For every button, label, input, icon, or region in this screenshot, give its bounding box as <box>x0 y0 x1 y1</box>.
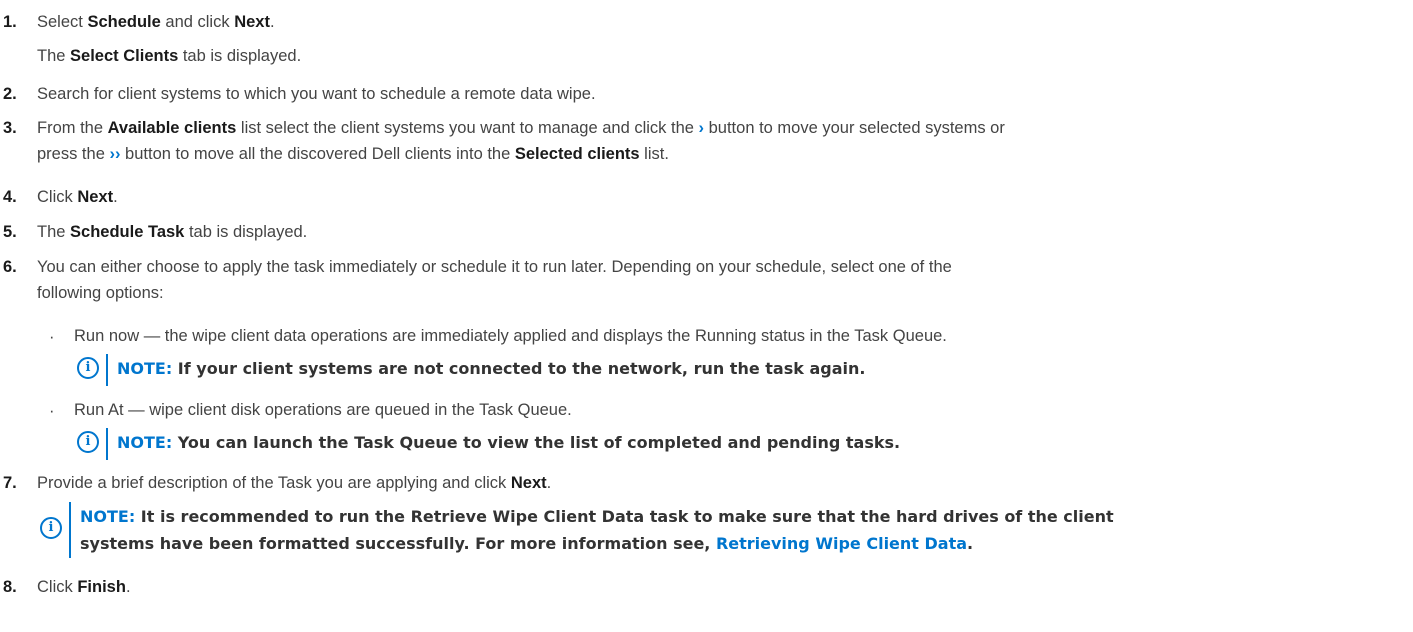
ui-term-selected-clients: Selected clients <box>514 145 640 163</box>
ui-term-schedule: Schedule <box>87 13 161 31</box>
text-segment: . <box>269 13 275 31</box>
text-segment: and click <box>160 13 235 31</box>
note-label: NOTE: <box>117 433 173 452</box>
note-text: If your client systems are not connected… <box>172 359 866 378</box>
step-text: You can either choose to apply the task … <box>37 254 1403 306</box>
step-number: 4. <box>3 188 17 206</box>
step-text: Click Finish. <box>37 574 1403 600</box>
text-segment: Click <box>37 188 78 206</box>
text-segment: list. <box>639 145 669 163</box>
option-run-at: Run At — wipe client disk operations are… <box>74 401 572 419</box>
text-segment: tab is displayed. <box>178 47 302 65</box>
step-number: 5. <box>3 223 17 241</box>
info-icon: i <box>40 517 62 539</box>
step-text: Select Schedule and click Next. <box>37 9 1403 35</box>
text-segment: button to move all the discovered Dell c… <box>120 145 515 163</box>
ui-term-select-clients: Select Clients <box>70 47 179 65</box>
note-label: NOTE: <box>117 359 173 378</box>
text-segment: . <box>113 188 118 206</box>
note-text: It is recommended to run the Retrieve Wi… <box>135 507 1114 526</box>
text-segment: following options: <box>37 284 164 302</box>
text-segment: tab is displayed. <box>184 223 308 241</box>
step-text: Click Next. <box>37 184 1403 210</box>
note-divider <box>106 428 108 460</box>
text-segment: Click <box>37 578 78 596</box>
text-segment: press the <box>37 145 110 163</box>
text-segment: . <box>546 474 552 492</box>
text-segment: The <box>37 223 71 241</box>
text-segment: button to move your selected systems or <box>704 119 1005 137</box>
text-segment: Select <box>37 13 88 31</box>
note-divider <box>69 502 71 558</box>
bullet-marker: · <box>49 402 55 420</box>
ui-term-schedule-task: Schedule Task <box>70 223 185 241</box>
text-segment: You can either choose to apply the task … <box>37 258 952 276</box>
text-segment: Provide a brief description of the Task … <box>37 474 511 492</box>
step-number: 1. <box>3 13 17 31</box>
ui-term-next: Next <box>234 13 270 31</box>
retrieving-wipe-client-data-link[interactable]: Retrieving Wipe Client Data <box>716 534 967 553</box>
step-text: From the Available clients list select t… <box>37 115 1403 167</box>
ui-term-finish: Finish <box>77 578 126 596</box>
step-number: 7. <box>3 474 17 492</box>
info-icon: i <box>77 357 99 379</box>
note-divider <box>106 354 108 386</box>
double-chevron-right-icon: ›› <box>109 145 121 163</box>
ui-term-next: Next <box>510 474 547 492</box>
step-1-result: The Select Clients tab is displayed. <box>37 43 301 69</box>
step-number: 3. <box>3 119 17 137</box>
note-label: NOTE: <box>80 507 136 526</box>
bullet-marker: · <box>49 328 55 346</box>
step-number: 6. <box>3 258 17 276</box>
step-text: The Schedule Task tab is displayed. <box>37 219 1403 245</box>
note-3: NOTE: It is recommended to run the Retri… <box>80 503 1114 557</box>
note-1: NOTE: If your client systems are not con… <box>117 355 865 382</box>
option-run-now: Run now — the wipe client data operation… <box>74 327 947 345</box>
step-number: 2. <box>3 85 17 103</box>
step-text: Search for client systems to which you w… <box>37 85 596 103</box>
note-text: systems have been formatted successfully… <box>80 534 716 553</box>
ui-term-available-clients: Available clients <box>107 119 237 137</box>
text-segment: From the <box>37 119 108 137</box>
step-text: Provide a brief description of the Task … <box>37 470 1403 496</box>
text-segment: The <box>37 47 71 65</box>
note-2: NOTE: You can launch the Task Queue to v… <box>117 429 900 456</box>
text-segment: . <box>125 578 131 596</box>
info-icon: i <box>77 431 99 453</box>
note-text: You can launch the Task Queue to view th… <box>172 433 901 452</box>
text-segment: list select the client systems you want … <box>236 119 699 137</box>
note-text: . <box>967 534 974 553</box>
step-number: 8. <box>3 578 17 596</box>
ui-term-next: Next <box>77 188 114 206</box>
